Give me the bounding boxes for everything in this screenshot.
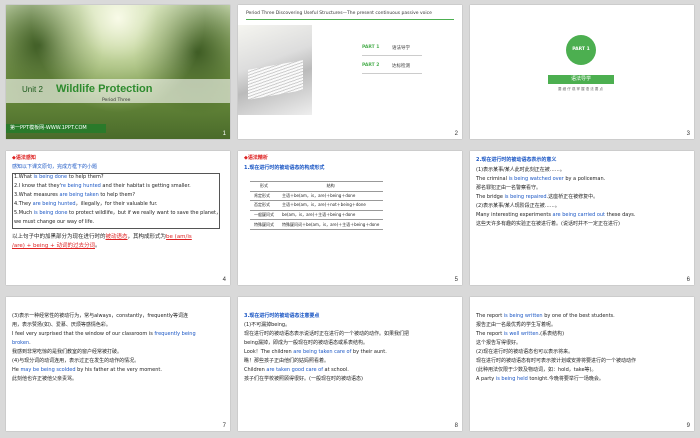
content-line: (此种用法仅限于少数及物动词，如：hold，take等)。 <box>476 367 597 373</box>
table-row: 特殊疑问式 特殊疑问词＋be(am，is，are)＋主语＋being＋done <box>250 219 384 230</box>
table-cell: 否定形式 <box>250 200 278 211</box>
site-footer: 第一PPT模板网-WWW.1PPT.COM <box>6 124 106 133</box>
content-line: (2)现在进行时的被动语态也可以表示将来。 <box>476 349 574 355</box>
part-1-text: 语法导学 <box>392 46 410 51</box>
slide-thumbnail-1[interactable]: Unit 2 Wildlife Protection Period Three … <box>6 5 230 139</box>
table-cell: 主语＋be(am，is，are)＋being＋done <box>278 190 384 202</box>
table-header: 结构 <box>278 181 384 192</box>
summary-line: 以上句子中的加黑部分为现在进行时的被动语态，其构成形式为be (am/is <box>12 234 192 240</box>
table-cell: 特殊疑问式 <box>250 219 278 230</box>
content-line: (3)表示一种经常性的被动行为，常与always，constantly，freq… <box>12 313 189 319</box>
example-line: we must change our way of life. <box>14 219 95 225</box>
example-line: 2.I know that they're being hunted and t… <box>14 183 191 189</box>
content-line: The report is being written by one of th… <box>476 313 615 319</box>
content-line: (4)与现分词的动词连用，表示过正在发生的动作的情况。 <box>12 358 140 364</box>
content-line: 这些天许多有趣的实验正在被进行着。(说话时并不一定正在进行) <box>476 221 620 227</box>
table-cell: 特殊疑问词＋be(am，is，are)＋主语＋being＋done <box>278 219 384 230</box>
part-1-label: PART 1 <box>362 45 380 50</box>
structure-table: 形式 结构 肯定形式 主语＋be(am，is，are)＋being＋done 否定形… <box>250 181 384 230</box>
slide-number: 7 <box>222 423 226 429</box>
slide-number: 1 <box>222 131 226 137</box>
section-heading: 3.现在进行时的被动语态注意要点 <box>244 313 320 319</box>
slide-thumbnail-9[interactable]: The report is being written by one of th… <box>470 297 694 431</box>
slide-number: 2 <box>454 131 458 137</box>
period-label: Period Three <box>102 98 131 103</box>
part-2-label: PART 2 <box>362 63 380 68</box>
table-cell: be(am，is，are)＋主语＋being＋done <box>278 209 384 221</box>
slide-number: 3 <box>686 131 690 137</box>
content-line: The criminal is being watched over by a … <box>476 176 606 182</box>
part-circle-badge: PART 1 <box>566 35 596 65</box>
table-header-row: 形式 结构 <box>250 181 384 192</box>
unit-label: Unit 2 <box>22 85 43 94</box>
table-row: 一般疑问式 be(am，is，are)＋主语＋being＋done <box>250 209 384 221</box>
section-heading: ◆语法精析 <box>244 155 268 161</box>
content-line: being漏掉，即成为一般现在时的被动语态或系表结构。 <box>244 340 368 346</box>
content-line: 瞧！那些孩子正由他们的姑妈照看着。 <box>244 358 330 364</box>
slide-number: 8 <box>454 423 458 429</box>
content-line: broken. <box>12 340 31 346</box>
slide-title: Wildlife Protection <box>56 83 153 95</box>
example-line: 5.Much is being done to protect wildlife… <box>14 210 221 216</box>
slide-number: 6 <box>686 277 690 283</box>
slide-thumbnail-5[interactable]: ◆语法精析 1.现在进行时的被动语态的构成形式 形式 结构 肯定形式 主语＋be(a… <box>238 151 462 285</box>
divider <box>362 55 422 56</box>
table-header: 形式 <box>250 181 278 192</box>
example-line: 3.What measures are being taken to help … <box>14 192 136 198</box>
section-subheading: 1.现在进行时的被动语态的构成形式 <box>244 165 325 171</box>
forest-background-image <box>6 5 230 139</box>
content-line: Look！The children are being taken care o… <box>244 349 387 355</box>
content-line: A party is being held tonight.今晚将要举行一场晚会… <box>476 376 604 382</box>
content-line: He may be being scolded by his father at… <box>12 367 162 373</box>
content-line: 现在进行时的被动语态表示说话时正在进行的一个被动的动作。如果我们把 <box>244 331 410 337</box>
section-title-bar: 语法导学 <box>548 75 614 84</box>
content-line: The report is well written.(系表结构) <box>476 331 565 337</box>
content-line: 孩子们在学校被照顾得很好。(一般现在时的被动语态) <box>244 376 363 382</box>
section-heading: ◆语法感知 <box>12 155 36 161</box>
content-line: 我感到非常吃惊的是我们教室的窗户经常被打破。 <box>12 349 123 355</box>
table-row: 否定形式 主语＋be(am，is，are)＋not＋being＋done <box>250 200 384 211</box>
content-line: 用，表示赞扬(如)、爱慕、厌烦等感情色彩。 <box>12 322 111 328</box>
slide-header: Period Three Discovering Useful Structur… <box>246 11 432 16</box>
example-line: 1.What is being done to help them? <box>14 174 104 180</box>
content-line: 那名罪犯正由一名警察看守。 <box>476 185 542 191</box>
content-line: (1)表示某事/某人此时此刻正在被……。 <box>476 167 565 173</box>
slide-thumbnail-2[interactable]: Period Three Discovering Useful Structur… <box>238 5 462 139</box>
content-line: 此刻他也许正被他父亲责骂。 <box>12 376 78 382</box>
content-line: Children are taken good care of at schoo… <box>244 367 349 373</box>
book-image <box>238 25 312 115</box>
table-cell: 肯定形式 <box>250 190 278 202</box>
content-line: Many interesting experiments are being c… <box>476 212 636 218</box>
table-cell: 一般疑问式 <box>250 209 278 221</box>
slide-thumbnail-4[interactable]: ◆语法感知 感知以下课文原句，完成方框下的小题 1.What is being … <box>6 151 230 285</box>
section-heading: 2.现在进行时的被动语态表示的意义 <box>476 157 557 163</box>
divider <box>246 19 454 20</box>
part-2-text: 达标检测 <box>392 64 410 69</box>
instruction: 感知以下课文原句，完成方框下的小题 <box>12 164 98 170</box>
content-line: The bridge is being repaired.这座桥正在被修复中。 <box>476 194 599 200</box>
content-line: I feel very surprised that the window of… <box>12 331 196 337</box>
slide-thumbnail-6[interactable]: 2.现在进行时的被动语态表示的意义 (1)表示某事/某人此时此刻正在被……。 T… <box>470 151 694 285</box>
table-row: 肯定形式 主语＋be(am，is，are)＋being＋done <box>250 190 384 202</box>
example-line: 4.They are being hunted，illegally，for th… <box>14 201 158 207</box>
slide-thumbnail-8[interactable]: 3.现在进行时的被动语态注意要点 (1)不可漏掉being。 现在进行时的被动语… <box>238 297 462 431</box>
section-subtitle: 要 细 仔 观 掌 握 语 法 要 点 <box>558 87 604 91</box>
divider <box>362 73 422 74</box>
slide-thumbnail-3[interactable]: PART 1 语法导学 要 细 仔 观 掌 握 语 法 要 点 3 <box>470 5 694 139</box>
table-cell: 主语＋be(am，is，are)＋not＋being＋done <box>278 200 384 211</box>
slide-number: 9 <box>686 423 690 429</box>
slide-number: 4 <box>222 277 226 283</box>
content-line: (1)不可漏掉being。 <box>244 322 291 328</box>
content-line: (2)表示某事/某人现阶段正在被……。 <box>476 203 560 209</box>
summary-line: /are) + being + 动词的过去分词。 <box>12 243 101 249</box>
content-line: 这个报告写得很好。 <box>476 340 522 346</box>
slide-number: 5 <box>454 277 458 283</box>
content-line: 报告正由一名最优秀的学生写着呢。 <box>476 322 557 328</box>
slide-thumbnail-7[interactable]: (3)表示一种经常性的被动行为，常与always，constantly，freq… <box>6 297 230 431</box>
content-line: 现在进行时的被动语态有时可表示按计划或安排将要进行的一个被动动作 <box>476 358 637 364</box>
